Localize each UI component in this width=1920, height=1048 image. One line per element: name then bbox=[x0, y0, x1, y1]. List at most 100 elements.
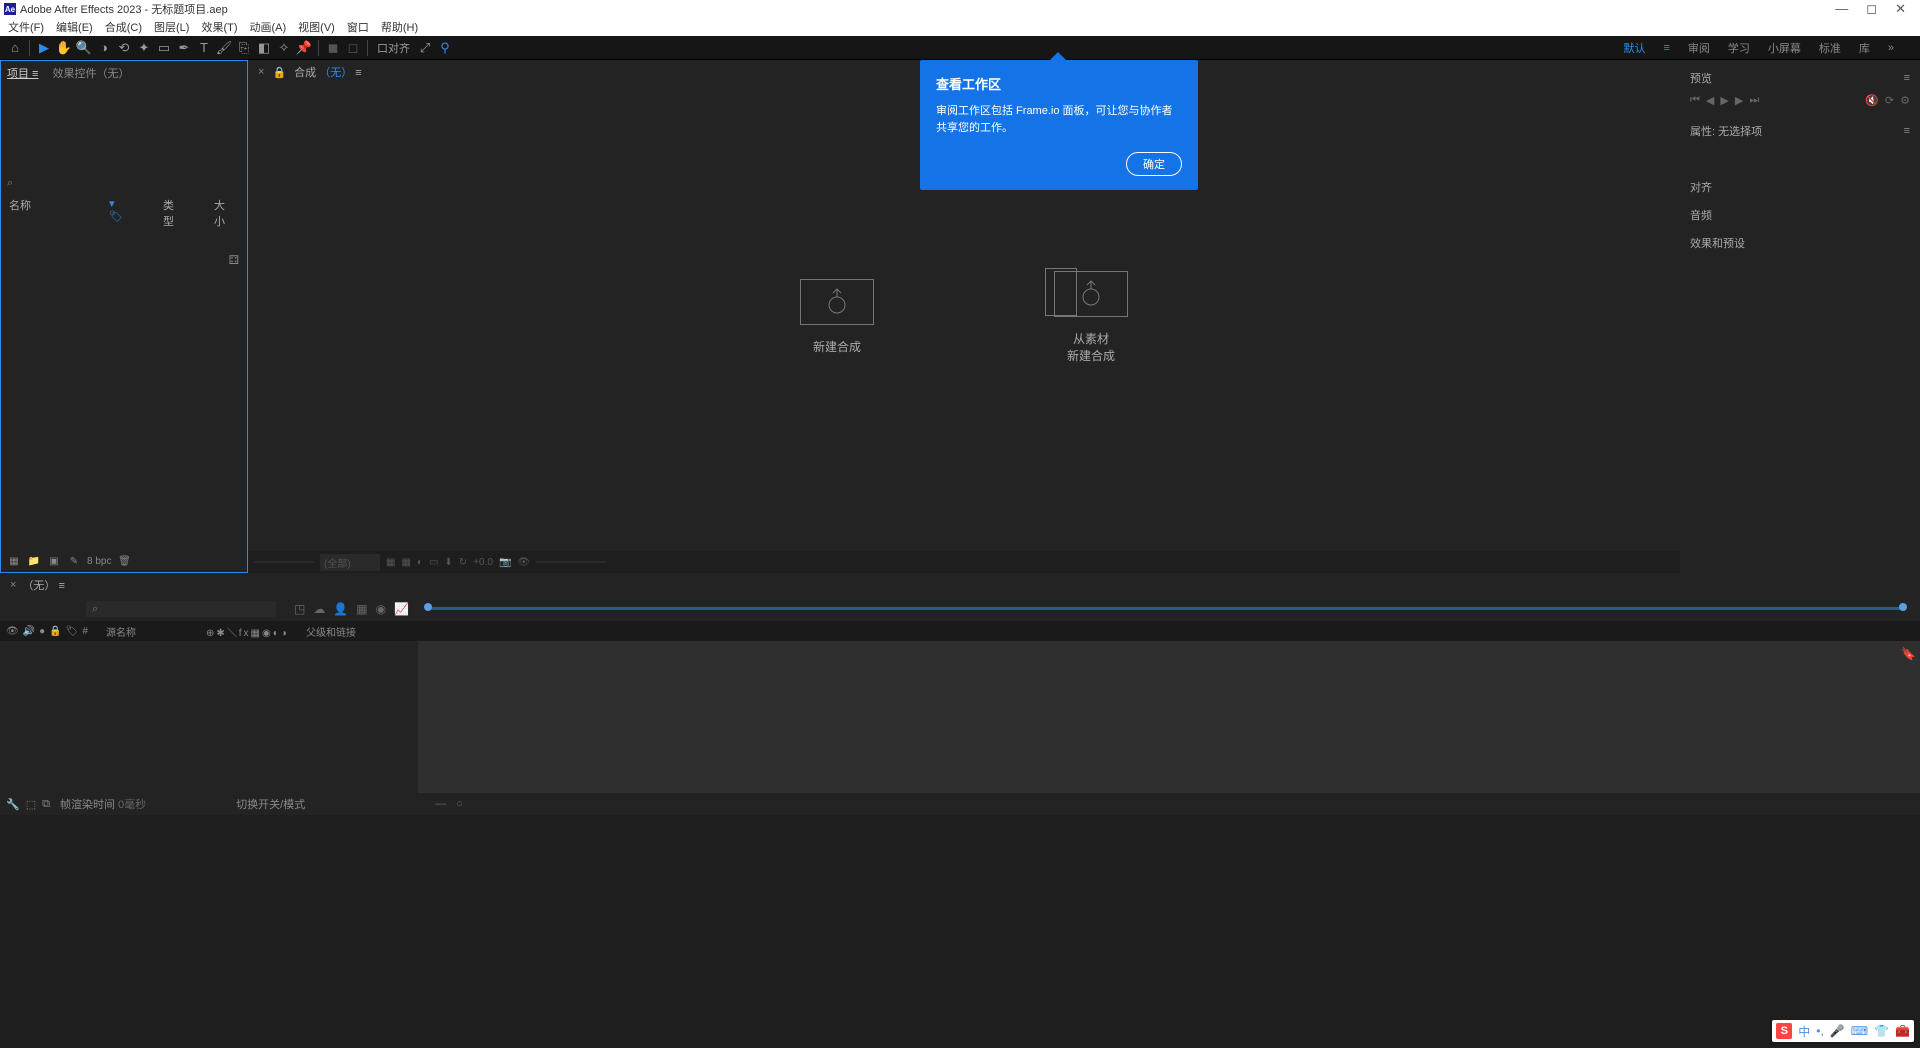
workspace-overflow-icon[interactable]: » bbox=[1888, 42, 1894, 54]
project-search-input[interactable] bbox=[7, 177, 241, 189]
snap-checkbox[interactable]: 口对齐 bbox=[373, 40, 414, 56]
preview-panel-header[interactable]: 预览≡ bbox=[1690, 66, 1910, 90]
brush-tool-icon[interactable]: 🖌 bbox=[215, 39, 233, 57]
workspace-review[interactable]: 审阅 bbox=[1688, 40, 1710, 56]
eraser-tool-icon[interactable]: ◧ bbox=[255, 39, 273, 57]
col-parent-link[interactable]: 父级和链接 bbox=[306, 624, 410, 639]
text-tool-icon[interactable]: T bbox=[195, 39, 213, 57]
workspace-small[interactable]: 小屏幕 bbox=[1768, 40, 1801, 56]
draft-3d-icon[interactable]: ☁ bbox=[313, 602, 325, 616]
fill-icon[interactable]: ◼ bbox=[324, 39, 342, 57]
shape-tool-icon[interactable]: ▭ bbox=[155, 39, 173, 57]
frame-blend-icon[interactable]: ▦ bbox=[356, 602, 367, 616]
search-icon[interactable]: ⚲ bbox=[436, 39, 454, 57]
window-maximize-icon[interactable]: ◻ bbox=[1866, 1, 1877, 17]
sogou-icon[interactable]: S bbox=[1776, 1023, 1792, 1039]
selection-tool-icon[interactable]: ▶ bbox=[35, 39, 53, 57]
col-size[interactable]: 大小 bbox=[214, 197, 225, 245]
rotate-tool-icon[interactable]: ⟲ bbox=[115, 39, 133, 57]
anchor-tool-icon[interactable]: ✦ bbox=[135, 39, 153, 57]
comp-tab-label[interactable]: 合成 （无） ≡ bbox=[294, 64, 362, 80]
audio-panel-header[interactable]: 音频 bbox=[1690, 201, 1910, 229]
ime-skin-icon[interactable]: 👕 bbox=[1874, 1024, 1889, 1038]
reset-exposure-icon[interactable]: ↻ bbox=[459, 557, 467, 568]
mask-icon[interactable]: ◐ bbox=[417, 557, 423, 568]
ime-keyboard-icon[interactable]: ⌨ bbox=[1851, 1024, 1868, 1038]
workspace-menu-icon[interactable]: ≡ bbox=[1663, 42, 1669, 54]
puppet-tool-icon[interactable]: 📌 bbox=[295, 39, 313, 57]
tab-project[interactable]: 项目 ≡ bbox=[7, 65, 38, 81]
clone-tool-icon[interactable]: ⎘ bbox=[235, 39, 253, 57]
first-frame-icon[interactable]: ⏮ bbox=[1690, 94, 1700, 107]
show-snapshot-icon[interactable]: 👁 bbox=[517, 557, 530, 568]
workspace-library[interactable]: 库 bbox=[1859, 40, 1870, 56]
loop-icon[interactable]: ⟳ bbox=[1885, 94, 1894, 107]
window-minimize-icon[interactable]: — bbox=[1835, 1, 1848, 17]
workspace-default[interactable]: 默认 bbox=[1623, 40, 1645, 56]
exposure-value[interactable]: +0.0 bbox=[473, 557, 493, 568]
bpc-label[interactable]: 8 bpc bbox=[87, 556, 111, 567]
project-settings-icon[interactable]: ✎ bbox=[67, 554, 81, 568]
timeline-search-input[interactable] bbox=[86, 601, 276, 617]
comp-marker-icon[interactable]: 🔖 bbox=[1901, 647, 1916, 661]
zoom-out-icon[interactable]: — bbox=[435, 798, 446, 810]
tab-effect-controls[interactable]: 效果控件（无） bbox=[52, 65, 129, 81]
timecode-display[interactable] bbox=[536, 561, 606, 563]
menu-animation[interactable]: 动画(A) bbox=[250, 19, 287, 35]
toggle-in-out-icon[interactable]: ⧉ bbox=[42, 798, 50, 811]
toggle-switches-modes-button[interactable]: 切换开关/模式 bbox=[236, 796, 305, 812]
roto-tool-icon[interactable]: ✧ bbox=[275, 39, 293, 57]
toggle-switches-icon[interactable]: 🔧 bbox=[6, 798, 20, 811]
region-icon[interactable]: ▭ bbox=[429, 557, 438, 568]
hand-tool-icon[interactable]: ✋ bbox=[55, 39, 73, 57]
zoom-slider[interactable]: ○ bbox=[456, 798, 463, 810]
work-area-end-handle[interactable] bbox=[1899, 603, 1907, 611]
motion-blur-icon[interactable]: ◉ bbox=[376, 602, 386, 616]
shy-icon[interactable]: 👤 bbox=[333, 602, 348, 616]
new-comp-from-footage-button[interactable]: 从素材新建合成 bbox=[1054, 271, 1128, 365]
comp-tab-close-icon[interactable]: × bbox=[258, 66, 264, 78]
menu-view[interactable]: 视图(V) bbox=[298, 19, 335, 35]
orbit-tool-icon[interactable]: ◑ bbox=[95, 39, 113, 57]
resolution-dropdown[interactable]: (全部) bbox=[320, 554, 380, 571]
new-comp-icon[interactable]: ▣ bbox=[47, 554, 61, 568]
next-frame-icon[interactable]: ▶ bbox=[1735, 94, 1743, 107]
timeline-track-view[interactable]: 🔖 bbox=[418, 641, 1920, 793]
align-panel-header[interactable]: 对齐 bbox=[1690, 173, 1910, 201]
toggle-modes-icon[interactable]: ⬚ bbox=[26, 798, 36, 811]
interpret-footage-icon[interactable]: ▦ bbox=[7, 554, 21, 568]
zoom-tool-icon[interactable]: 🔍 bbox=[75, 39, 93, 57]
col-source-name[interactable]: 源名称 bbox=[106, 624, 206, 639]
menu-window[interactable]: 窗口 bbox=[347, 19, 369, 35]
new-folder-icon[interactable]: 📁 bbox=[27, 554, 41, 568]
channel-icon[interactable]: ⬇ bbox=[444, 557, 452, 568]
magnification-dropdown[interactable] bbox=[254, 561, 314, 563]
workspace-learn[interactable]: 学习 bbox=[1728, 40, 1750, 56]
transparency-grid-icon[interactable]: ▦ bbox=[401, 557, 410, 568]
menu-file[interactable]: 文件(F) bbox=[8, 19, 44, 35]
prev-frame-icon[interactable]: ◀ bbox=[1706, 94, 1714, 107]
menu-effect[interactable]: 效果(T) bbox=[201, 19, 237, 35]
effects-presets-panel-header[interactable]: 效果和预设 bbox=[1690, 229, 1910, 257]
snap-options-icon[interactable]: ⤢ bbox=[416, 39, 434, 57]
ime-toolbar[interactable]: S 中 •, 🎤 ⌨ 👕 🧰 bbox=[1772, 1020, 1914, 1042]
preview-settings-icon[interactable]: ⚙ bbox=[1900, 94, 1910, 107]
ime-voice-icon[interactable]: 🎤 bbox=[1830, 1024, 1845, 1038]
window-close-icon[interactable]: ✕ bbox=[1895, 1, 1906, 17]
menu-layer[interactable]: 图层(L) bbox=[154, 19, 189, 35]
workspace-standard[interactable]: 标准 bbox=[1819, 40, 1841, 56]
ime-punct-icon[interactable]: •, bbox=[1816, 1024, 1824, 1038]
menu-help[interactable]: 帮助(H) bbox=[381, 19, 418, 35]
comp-mini-flowchart-icon[interactable]: ◳ bbox=[294, 602, 305, 616]
fast-preview-icon[interactable]: ▦ bbox=[386, 557, 395, 568]
timeline-tab[interactable]: （无） ≡ bbox=[22, 577, 64, 593]
menu-edit[interactable]: 编辑(E) bbox=[56, 19, 93, 35]
menu-composition[interactable]: 合成(C) bbox=[105, 19, 142, 35]
ime-toolbox-icon[interactable]: 🧰 bbox=[1895, 1024, 1910, 1038]
properties-panel-header[interactable]: 属性: 无选择项≡ bbox=[1690, 119, 1910, 143]
mute-icon[interactable]: 🔇 bbox=[1865, 94, 1879, 107]
delete-icon[interactable]: 🗑 bbox=[117, 554, 131, 568]
pen-tool-icon[interactable]: ✒ bbox=[175, 39, 193, 57]
timeline-tab-close-icon[interactable]: × bbox=[10, 579, 16, 591]
col-type[interactable]: 类型 bbox=[163, 197, 174, 245]
